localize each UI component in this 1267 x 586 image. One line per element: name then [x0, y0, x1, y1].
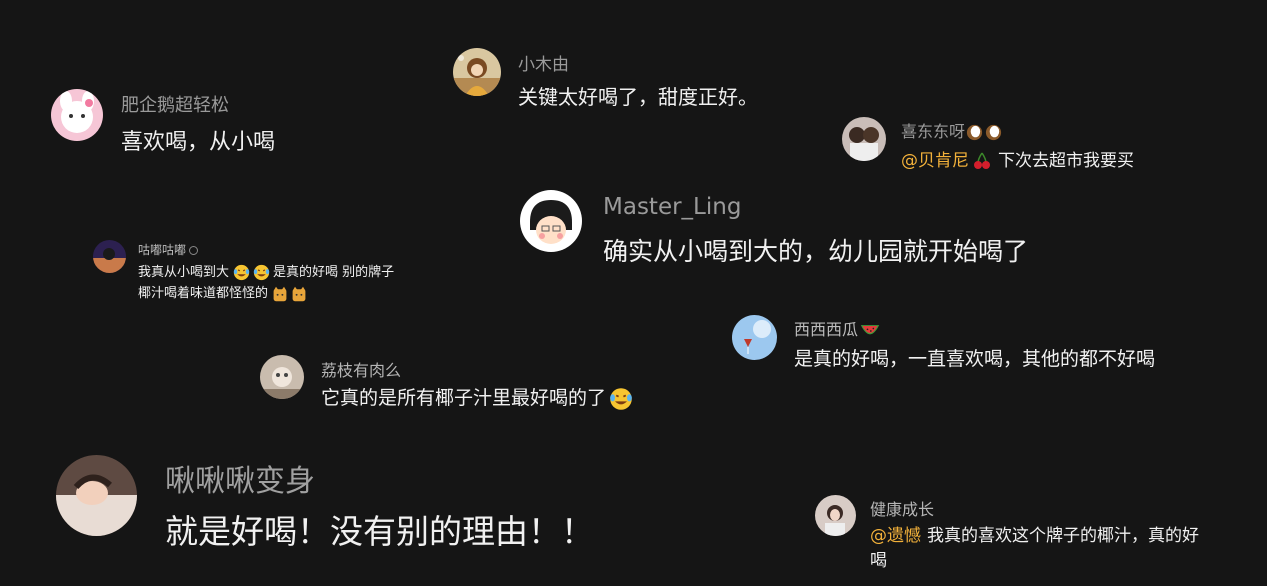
comment-text-lizhi: 它真的是所有椰子汁里最好喝的了 [321, 383, 633, 411]
username-jiankang[interactable]: 健康成长 [870, 496, 934, 520]
coconut-icon [984, 123, 1003, 142]
username-gudu-text: 咕嘟咕嘟 [138, 243, 187, 257]
username-lizhi[interactable]: 荔枝有肉么 [321, 357, 401, 381]
avatar-masterling[interactable] [520, 190, 582, 252]
coconut-icon [965, 123, 984, 142]
username-xiaomuyou[interactable]: 小木由 [518, 50, 569, 75]
username-xigua[interactable]: 西西西瓜 [794, 316, 880, 340]
avatar-sleeping-photo-icon [56, 455, 137, 536]
comment-text-jiujiu: 就是好喝！没有别的理由！！ [165, 512, 594, 551]
comment-text-xiaomuyou: 关键太好喝了，甜度正好。 [518, 85, 758, 109]
avatar-cartoon-girl-icon [520, 190, 582, 252]
comment-text-xigua: 是真的好喝，一直喜欢喝，其他的都不好喝 [794, 348, 1156, 370]
avatar-sky-wineglass-icon [732, 315, 777, 360]
username-xidong-text: 喜东东呀 [901, 122, 966, 141]
comment-text-jiankang-line2: 喝 [870, 551, 887, 571]
comment-text-gudu-line1: 我真从小喝到大 是真的好喝 别的牌子 [138, 261, 394, 281]
verified-badge-icon [189, 246, 199, 255]
avatar-xidong[interactable] [842, 117, 886, 161]
avatar-sky-photo-icon [93, 240, 126, 273]
avatar-couple-photo-icon [842, 117, 886, 161]
cat-face-icon [291, 286, 307, 302]
avatar-girl-photo-icon [815, 495, 856, 536]
username-feiqie[interactable]: 肥企鹅超轻松 [121, 91, 229, 117]
laughing-tears-icon [609, 387, 633, 411]
username-xigua-text: 西西西瓜 [794, 320, 859, 339]
laughing-tears-icon [233, 264, 250, 281]
avatar-gudu[interactable] [93, 240, 126, 273]
mention-beikenni[interactable]: @贝肯尼 [901, 151, 969, 171]
avatar-xigua[interactable] [732, 315, 777, 360]
avatar-cat-photo-icon [260, 355, 304, 399]
avatar-girl-illustration-icon [453, 48, 501, 96]
comment-text-masterling: 确实从小喝到大的，幼儿园就开始喝了 [603, 237, 1029, 266]
cherries-icon [972, 151, 992, 171]
username-masterling[interactable]: Master_Ling [603, 194, 741, 220]
comment-text-jiankang-body: 我真的喜欢这个牌子的椰汁，真的好 [927, 526, 1199, 546]
comment-text-xidong-body: 下次去超市我要买 [998, 151, 1134, 171]
mention-yihan[interactable]: @遗憾 [870, 526, 921, 546]
comment-text-gudu-part3: 椰汁喝着味道都怪怪的 [138, 286, 269, 301]
avatar-xiaomuyou[interactable] [453, 48, 501, 96]
comment-text-jiankang-line1: @遗憾 我真的喜欢这个牌子的椰汁，真的好 [870, 521, 1199, 546]
comment-text-gudu-part1: 我真从小喝到大 [138, 265, 230, 280]
comment-text-xidong: @贝肯尼 下次去超市我要买 [901, 146, 1134, 171]
comment-text-lizhi-body: 它真的是所有椰子汁里最好喝的了 [321, 387, 607, 409]
username-xidong[interactable]: 喜东东呀 [901, 118, 1003, 142]
avatar-lizhi[interactable] [260, 355, 304, 399]
cat-face-icon [272, 286, 288, 302]
avatar-pink-character-icon [51, 89, 103, 141]
avatar-feiqie[interactable] [51, 89, 103, 141]
comment-text-gudu-line2: 椰汁喝着味道都怪怪的 [138, 282, 307, 302]
comment-text-feiqie: 喜欢喝，从小喝 [121, 130, 276, 155]
comment-text-gudu-part2: 是真的好喝 别的牌子 [273, 265, 395, 280]
username-jiujiu[interactable]: 啾啾啾变身 [165, 456, 315, 500]
avatar-jiujiu[interactable] [56, 455, 137, 536]
avatar-jiankang[interactable] [815, 495, 856, 536]
username-gudu[interactable]: 咕嘟咕嘟 [138, 241, 199, 258]
watermelon-icon [860, 323, 880, 339]
laughing-tears-icon [253, 264, 270, 281]
